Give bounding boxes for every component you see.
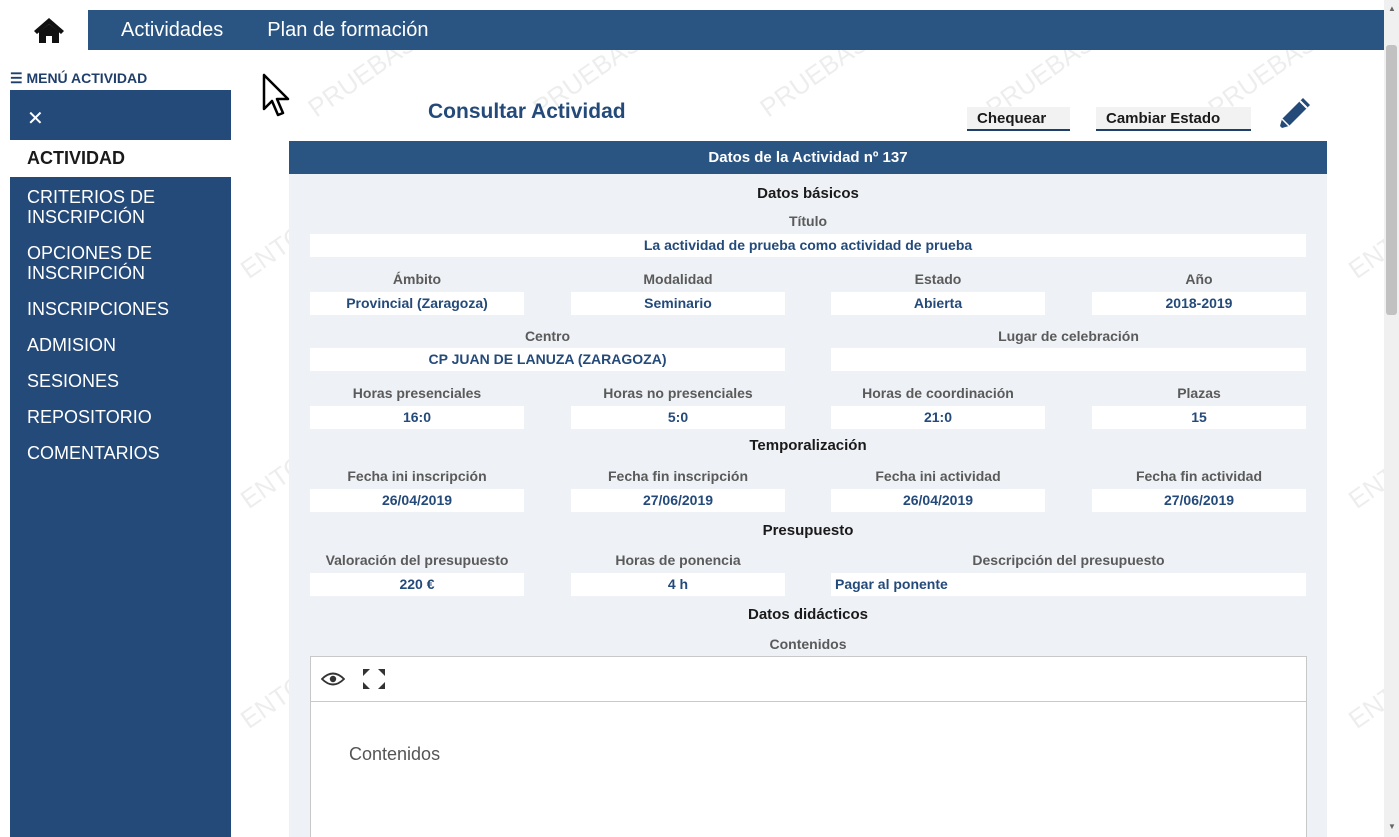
- section-presupuesto: Presupuesto: [762, 522, 854, 539]
- lugar-label: Lugar de celebración: [998, 328, 1139, 344]
- estado-value: Abierta: [831, 292, 1045, 315]
- anio-label: Año: [1185, 271, 1213, 287]
- home-icon: [34, 18, 64, 43]
- horas-ponencia-label: Horas de ponencia: [615, 552, 741, 568]
- fecha-ini-inscripcion-label: Fecha ini inscripción: [347, 468, 487, 484]
- fecha-ini-inscripcion-value: 26/04/2019: [310, 489, 524, 512]
- sidebar-item-opciones-inscripcion[interactable]: OPCIONES DE INSCRIPCIÓN: [10, 243, 231, 283]
- editor-placeholder[interactable]: Contenidos: [311, 702, 1306, 765]
- plazas-value: 15: [1092, 406, 1306, 429]
- editor-toolbar: [311, 657, 1306, 702]
- contenidos-editor[interactable]: Contenidos: [310, 656, 1307, 837]
- section-datos-didacticos: Datos didácticos: [747, 606, 869, 623]
- modalidad-label: Modalidad: [643, 271, 713, 287]
- close-sidebar-button[interactable]: ✕: [10, 90, 231, 140]
- page-title: Consultar Actividad: [428, 100, 626, 123]
- chequear-button[interactable]: Chequear: [967, 107, 1070, 131]
- ambito-label: Ámbito: [392, 271, 442, 287]
- horas-ponencia-value: 4 h: [571, 573, 785, 596]
- top-navbar: Actividades Plan de formación: [10, 10, 1384, 50]
- estado-label: Estado: [914, 271, 962, 287]
- fecha-fin-actividad-label: Fecha fin actividad: [1135, 468, 1263, 484]
- home-button[interactable]: [10, 10, 88, 50]
- modalidad-value: Seminario: [571, 292, 785, 315]
- valoracion-presupuesto-value: 220 €: [310, 573, 524, 596]
- nav-actividades[interactable]: Actividades: [88, 10, 245, 50]
- descripcion-presupuesto-label: Descripción del presupuesto: [972, 552, 1165, 568]
- horas-coordinacion-label: Horas de coordinación: [862, 385, 1014, 401]
- mouse-cursor-icon: [262, 73, 290, 117]
- cambiar-estado-button[interactable]: Cambiar Estado: [1096, 107, 1251, 131]
- plazas-label: Plazas: [1177, 385, 1221, 401]
- nav-plan-formacion[interactable]: Plan de formación: [245, 10, 450, 50]
- lugar-value: [831, 348, 1306, 371]
- pencil-edit-icon[interactable]: [1277, 95, 1313, 133]
- sidebar-item-comentarios[interactable]: COMENTARIOS: [10, 443, 231, 463]
- sidebar-item-sesiones[interactable]: SESIONES: [10, 371, 231, 391]
- descripcion-presupuesto-value: Pagar al ponente: [831, 573, 1306, 596]
- section-datos-basicos: Datos básicos: [757, 185, 859, 202]
- titulo-value: La actividad de prueba como actividad de…: [310, 234, 1306, 257]
- sidebar-menu-header[interactable]: ☰ MENÚ ACTIVIDAD: [10, 70, 147, 87]
- fecha-fin-inscripcion-label: Fecha fin inscripción: [607, 468, 749, 484]
- sidebar-item-actividad[interactable]: ACTIVIDAD: [10, 140, 231, 177]
- panel-header: Datos de la Actividad nº 137: [289, 141, 1327, 174]
- centro-value: CP JUAN DE LANUZA (ZARAGOZA): [310, 348, 785, 371]
- ambito-value: Provincial (Zaragoza): [310, 292, 524, 315]
- horas-presenciales-label: Horas presenciales: [352, 385, 482, 401]
- fecha-fin-inscripcion-value: 27/06/2019: [571, 489, 785, 512]
- fecha-ini-actividad-value: 26/04/2019: [831, 489, 1045, 512]
- sidebar-item-inscripciones[interactable]: INSCRIPCIONES: [10, 299, 231, 319]
- valoracion-presupuesto-label: Valoración del presupuesto: [325, 552, 509, 568]
- scroll-down-arrow-icon[interactable]: ▼: [1388, 822, 1396, 831]
- horas-coordinacion-value: 21:0: [831, 406, 1045, 429]
- anio-value: 2018-2019: [1092, 292, 1306, 315]
- scroll-up-arrow-icon[interactable]: ▲: [1388, 4, 1396, 13]
- titulo-label: Título: [788, 213, 828, 229]
- horas-no-presenciales-label: Horas no presenciales: [603, 385, 753, 401]
- scrollbar-thumb[interactable]: [1386, 45, 1397, 315]
- contenidos-label: Contenidos: [769, 636, 847, 652]
- sidebar: ✕ ACTIVIDAD CRITERIOS DE INSCRIPCIÓN OPC…: [10, 90, 231, 837]
- sidebar-item-repositorio[interactable]: REPOSITORIO: [10, 407, 231, 427]
- sidebar-item-admision[interactable]: ADMISION: [10, 335, 231, 355]
- eye-preview-icon[interactable]: [321, 671, 345, 687]
- sidebar-item-criterios-inscripcion[interactable]: CRITERIOS DE INSCRIPCIÓN: [10, 187, 231, 227]
- page-scrollbar[interactable]: ▲ ▼: [1384, 0, 1399, 837]
- horas-presenciales-value: 16:0: [310, 406, 524, 429]
- fecha-ini-actividad-label: Fecha ini actividad: [875, 468, 1001, 484]
- section-temporalizacion: Temporalización: [749, 437, 867, 454]
- fullscreen-icon[interactable]: [361, 667, 387, 691]
- horas-no-presenciales-value: 5:0: [571, 406, 785, 429]
- activity-data-panel: Datos de la Actividad nº 137 Datos básic…: [289, 141, 1327, 837]
- centro-label: Centro: [524, 328, 571, 344]
- fecha-fin-actividad-value: 27/06/2019: [1092, 489, 1306, 512]
